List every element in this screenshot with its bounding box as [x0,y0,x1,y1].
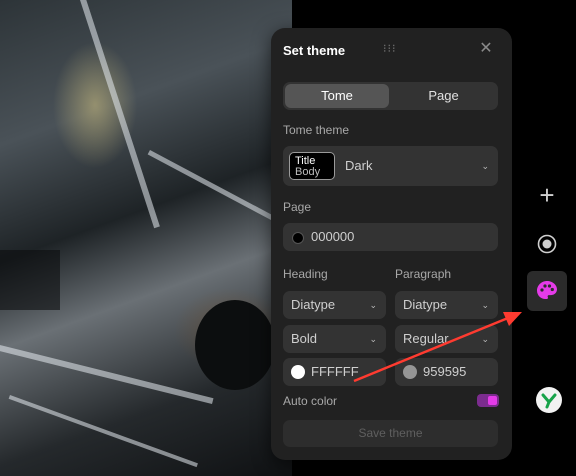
auto-color-toggle[interactable] [477,394,499,407]
heading-label: Heading [283,267,328,281]
heading-color-field[interactable]: FFFFFF [283,358,386,386]
paragraph-color-field[interactable]: 959595 [395,358,498,386]
chevron-down-icon: ⌄ [481,161,489,171]
page-color-dot-icon [292,232,304,244]
heading-font-value: Diatype [291,297,336,312]
auto-color-label: Auto color [283,394,338,408]
heading-color-value: FFFFFF [311,364,359,379]
tome-theme-select[interactable]: Title Body Dark ⌄ [283,146,498,186]
drag-handle-icon[interactable]: ⁝⁝⁝ [383,44,397,55]
paragraph-weight-select[interactable]: Regular ⌄ [395,325,498,353]
paragraph-weight-value: Regular [403,331,449,346]
background-photo [0,0,292,476]
heading-weight-select[interactable]: Bold ⌄ [283,325,386,353]
paragraph-font-value: Diatype [403,297,448,312]
logo-icon[interactable] [536,387,562,413]
paragraph-label: Paragraph [395,267,452,281]
toggle-knob [488,396,497,405]
tome-theme-value: Dark [345,158,373,173]
paragraph-font-select[interactable]: Diatype ⌄ [395,291,498,319]
heading-weight-value: Bold [291,331,318,346]
chevron-down-icon: ⌄ [478,325,489,353]
page-color-field[interactable]: 000000 [283,223,498,251]
tab-page[interactable]: Page [391,84,496,108]
theme-preview-swatch: Title Body [289,152,335,180]
paragraph-color-value: 959595 [423,364,467,379]
save-theme-button[interactable]: Save theme [283,420,498,447]
heading-font-select[interactable]: Diatype ⌄ [283,291,386,319]
palette-icon [537,281,557,299]
heading-color-dot-icon [291,365,305,379]
tome-theme-label: Tome theme [283,123,350,137]
theme-palette-button[interactable] [527,271,567,311]
page-color-value: 000000 [311,229,355,244]
swatch-body-text: Body [295,166,321,178]
chevron-down-icon: ⌄ [369,334,377,344]
close-icon[interactable]: ✕ [478,41,494,57]
paragraph-color-dot-icon [403,365,417,379]
page-label: Page [283,200,312,214]
tab-tome[interactable]: Tome [285,84,389,108]
theme-scope-tabs: Tome Page [283,82,498,110]
chevron-down-icon: ⌄ [481,300,489,310]
record-icon[interactable] [537,234,557,254]
set-theme-panel: Set theme ⁝⁝⁝ ✕ Tome Page Tome theme Tit… [271,28,512,460]
panel-title: Set theme [283,43,346,58]
chevron-down-icon: ⌄ [369,300,377,310]
plus-icon[interactable]: + [536,182,558,208]
